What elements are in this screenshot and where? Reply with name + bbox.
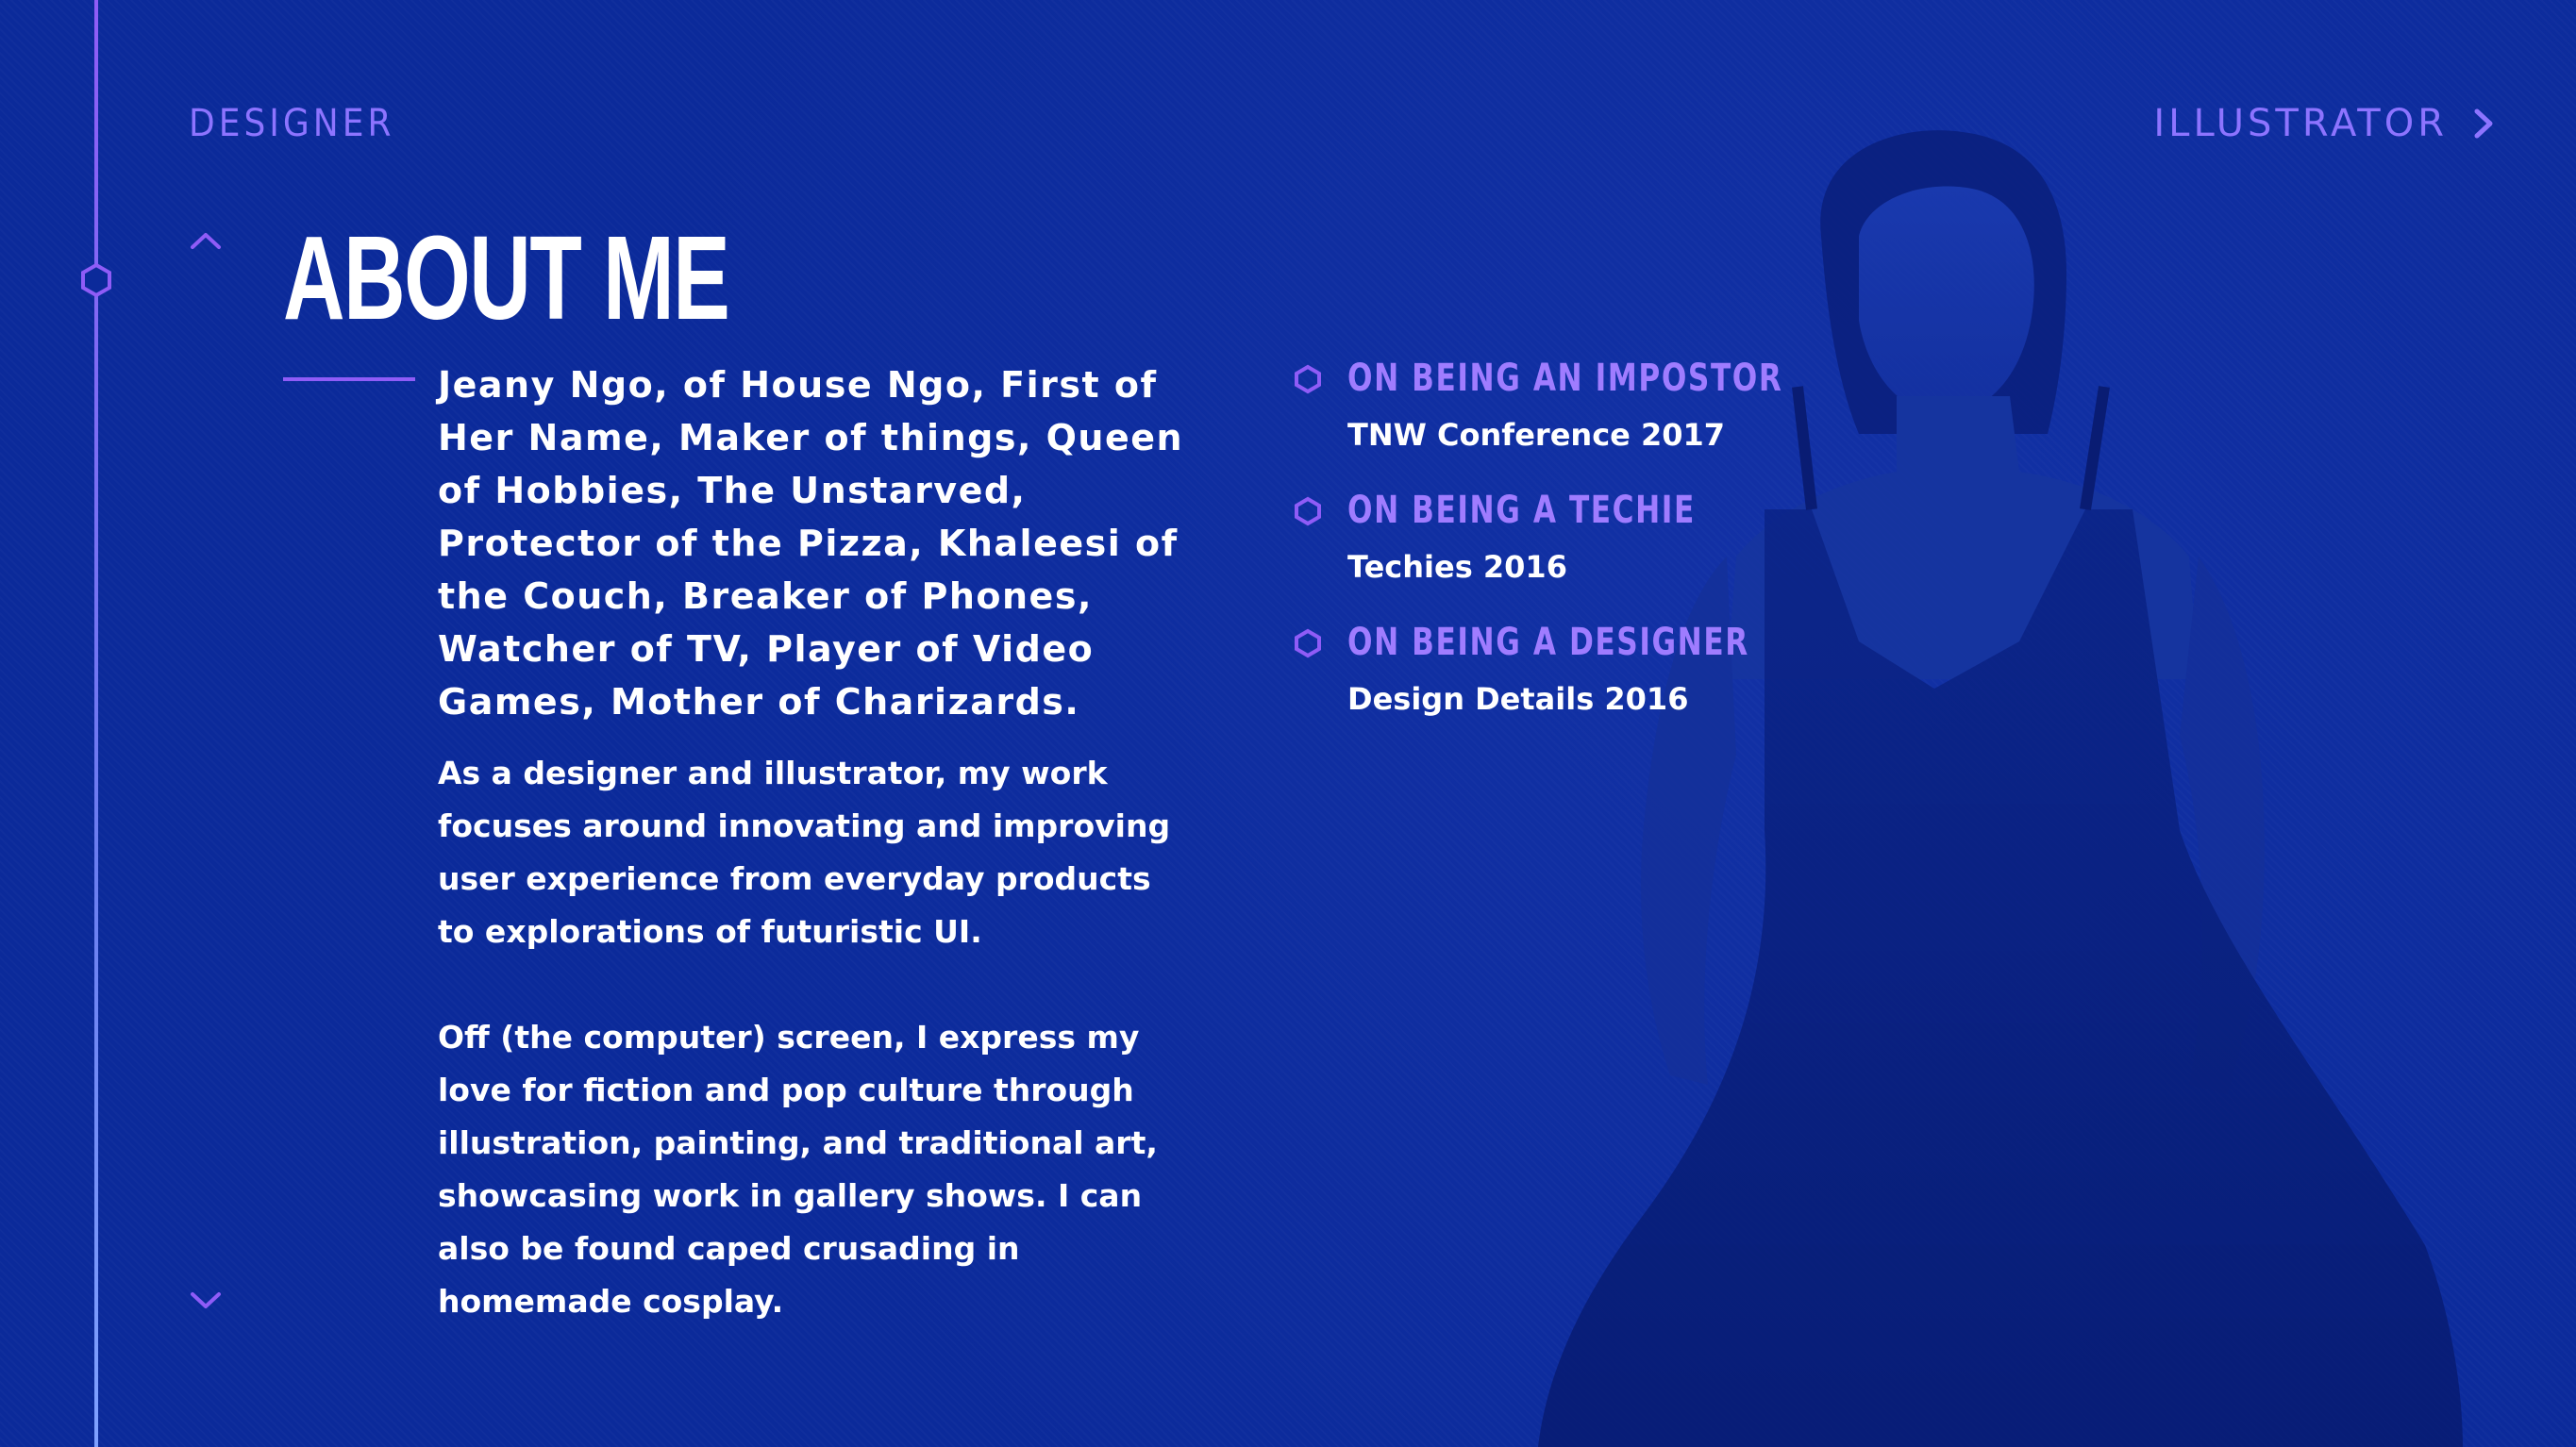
talk-title: ON BEING AN IMPOSTOR (1347, 357, 1783, 400)
talk-item[interactable]: ON BEING A DESIGNER Design Details 2016 (1293, 621, 1821, 753)
nav-designer-link[interactable]: DESIGNER (189, 102, 394, 145)
talk-title: ON BEING A TECHIE (1347, 489, 1696, 532)
hexagon-icon (81, 262, 111, 298)
chevron-up-icon[interactable] (187, 226, 225, 255)
about-paragraph: Off (the computer) screen, I express my … (438, 1019, 1158, 1320)
nav-illustrator-link[interactable]: ILLUSTRATOR (2153, 102, 2501, 145)
talks-list: ON BEING AN IMPOSTOR TNW Conference 2017… (1293, 357, 1821, 753)
title-underline (283, 377, 415, 381)
talk-title: ON BEING A DESIGNER (1347, 621, 1749, 664)
hexagon-icon (1295, 496, 1321, 526)
timeline-rail (94, 0, 98, 1447)
chevron-down-icon[interactable] (187, 1287, 225, 1315)
nav-illustrator-label: ILLUSTRATOR (2153, 102, 2448, 145)
talk-item[interactable]: ON BEING A TECHIE Techies 2016 (1293, 489, 1821, 621)
talk-event: Design Details 2016 (1347, 681, 1689, 717)
talk-item[interactable]: ON BEING AN IMPOSTOR TNW Conference 2017 (1293, 357, 1821, 489)
about-paragraph: As a designer and illustrator, my work f… (438, 755, 1171, 950)
page-title: ABOUT ME (283, 211, 730, 344)
hexagon-icon (1295, 628, 1321, 658)
talk-event: TNW Conference 2017 (1347, 417, 1726, 453)
talk-event: Techies 2016 (1347, 549, 1567, 585)
hexagon-icon (1295, 364, 1321, 394)
chevron-right-icon (2474, 108, 2493, 139)
about-lead-text: Jeany Ngo, of House Ngo, First of Her Na… (438, 364, 1184, 723)
portrait-image (1538, 130, 2463, 1447)
